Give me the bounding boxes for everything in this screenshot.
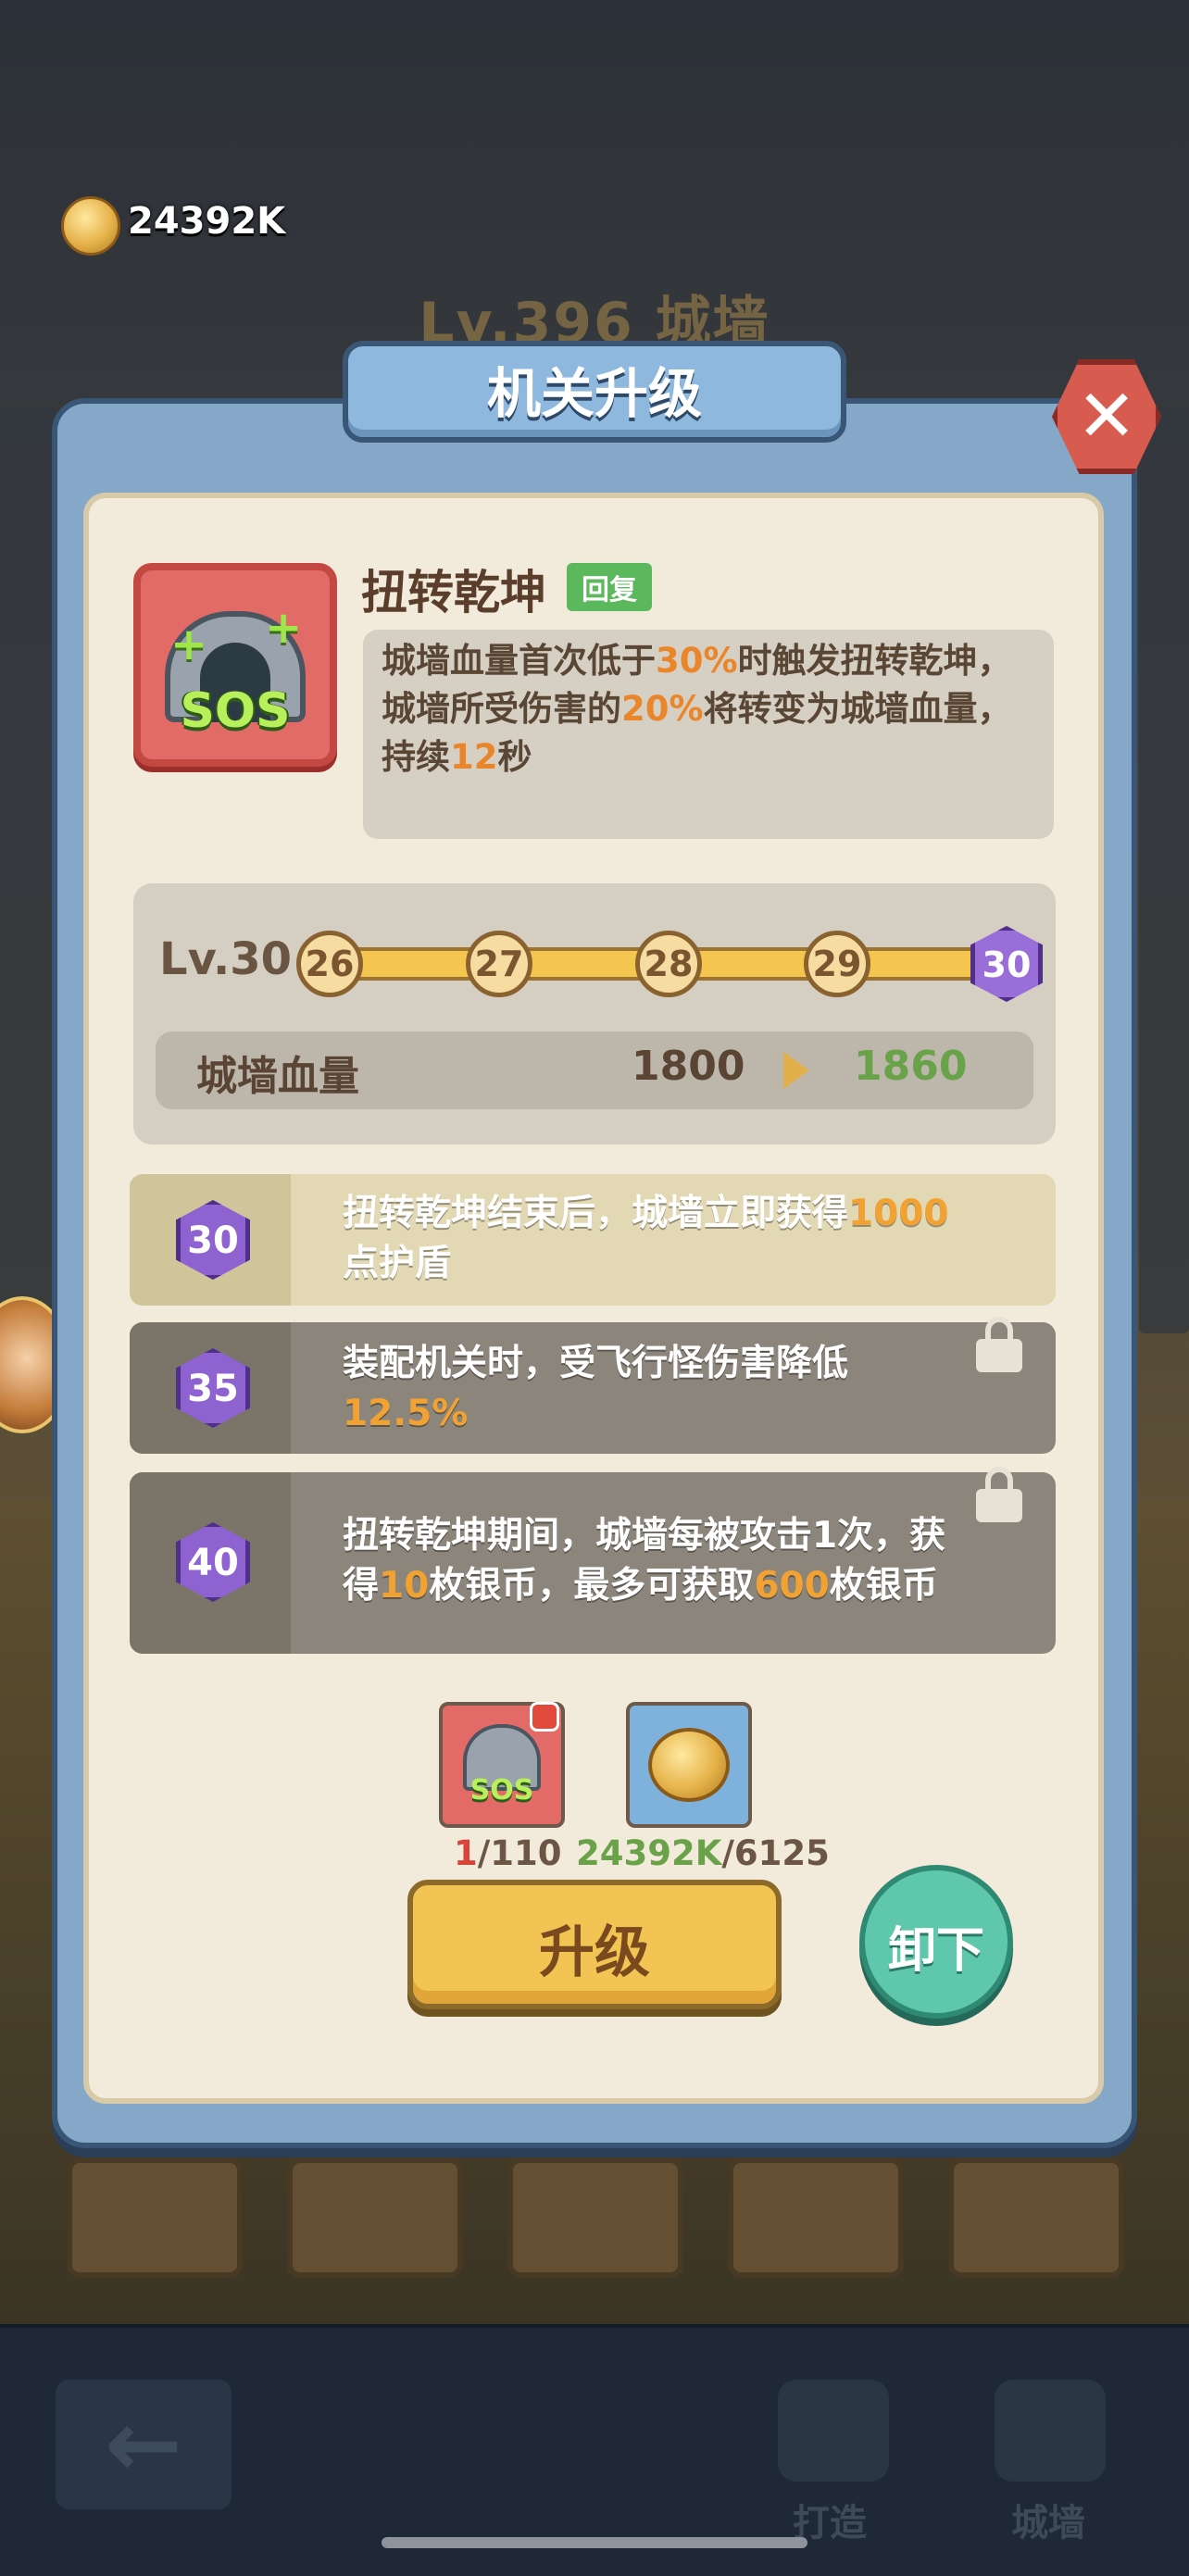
slot-3[interactable] (507, 2157, 683, 2278)
piece-need: /110 (477, 1833, 562, 1873)
craft-gear-icon[interactable] (778, 2380, 889, 2482)
level-node: 29 (804, 931, 870, 997)
wall-castle-icon[interactable] (995, 2380, 1106, 2482)
nav-wall-label[interactable]: 城墙 (1011, 2493, 1085, 2546)
effect-part: 点护盾 (343, 1243, 452, 1284)
lock-icon (976, 1467, 1022, 1522)
slot-4[interactable] (728, 2157, 904, 2278)
home-indicator (382, 2537, 807, 2548)
effect-part: 装配机关时，受飞行怪伤害降低 (343, 1343, 849, 1384)
current-level: Lv.30 (159, 933, 292, 985)
coin-balance: 24392K (128, 200, 286, 243)
coin-cost: 24392K/6125 (576, 1833, 830, 1873)
effect-part: 扭转乾坤结束后，城墙立即获得 (343, 1193, 849, 1234)
sos-label: SOS (180, 683, 291, 739)
desc-part: 秒 (497, 737, 532, 777)
effect-value: 10 (379, 1565, 430, 1607)
effect-text: 扭转乾坤期间，城墙每被攻击1次，获得10枚银币，最多可获取600枚银币 (343, 1511, 972, 1611)
slot-1[interactable] (67, 2157, 243, 2278)
plus-icon: + (170, 619, 208, 670)
puzzle-piece-icon (530, 1702, 559, 1732)
coin-icon (61, 196, 120, 256)
lock-icon (976, 1317, 1022, 1372)
piece-cost: 1/110 (454, 1833, 562, 1873)
plus-icon: + (265, 602, 303, 654)
stat-name: 城墙血量 (196, 1053, 359, 1100)
effect-text: 装配机关时，受飞行怪伤害降低 12.5% (343, 1339, 972, 1439)
coin-icon (648, 1728, 730, 1802)
desc-value: 12 (450, 737, 498, 777)
piece-have: 1 (454, 1833, 478, 1873)
bg-pillar-right (1139, 407, 1189, 1333)
coin-have: 24392K (576, 1833, 722, 1873)
level-node: 27 (466, 931, 532, 997)
close-icon[interactable]: ✕ (1052, 359, 1161, 474)
effect-part: 枚银币 (829, 1565, 938, 1607)
level-node: 26 (296, 931, 363, 997)
effect-value: 600 (754, 1565, 830, 1607)
slot-5[interactable] (948, 2157, 1124, 2278)
skill-description: 城墙血量首次低于30%时触发扭转乾坤，城墙所受伤害的20%将转变为城墙血量，持续… (382, 637, 1035, 782)
effect-value: 12.5% (343, 1393, 469, 1434)
dialog-title: 机关升级 (486, 362, 702, 425)
desc-value: 30% (656, 641, 738, 681)
arrow-right-icon (783, 1052, 809, 1089)
unequip-button-label[interactable]: 卸下 (859, 1911, 1013, 1981)
upgrade-button-label[interactable]: 升级 (407, 1907, 782, 1988)
stat-current-value: 1800 (632, 1043, 745, 1090)
stat-next-value: 1860 (854, 1043, 968, 1090)
slot-2[interactable] (287, 2157, 463, 2278)
effect-part: 枚银币，最多可获取 (429, 1565, 755, 1607)
effect-text: 扭转乾坤结束后，城墙立即获得1000 点护盾 (343, 1189, 972, 1289)
sos-label: SOS (469, 1774, 534, 1807)
back-arrow-icon: ← (105, 2390, 182, 2498)
skill-name: 扭转乾坤 (361, 566, 546, 619)
bg-pillar-left (0, 407, 56, 1333)
coin-need: /6125 (721, 1833, 830, 1873)
effect-value: 1000 (848, 1193, 949, 1234)
desc-part: 城墙血量首次低于 (382, 641, 656, 681)
level-node: 28 (635, 931, 702, 997)
desc-value: 20% (621, 689, 704, 729)
skill-type-badge: 回复 (567, 563, 652, 611)
